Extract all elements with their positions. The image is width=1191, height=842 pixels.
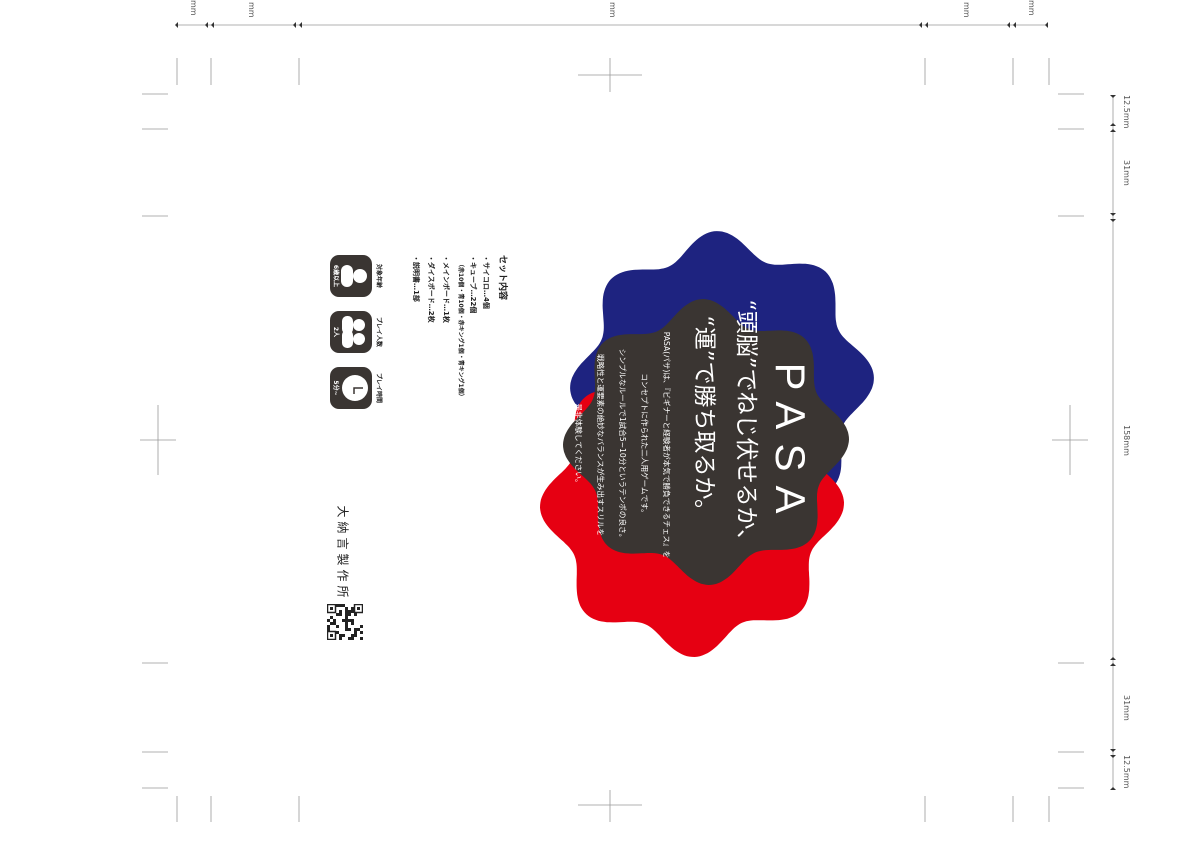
qr-module	[351, 610, 354, 613]
ruler-label: mm	[189, 0, 198, 16]
qr-module	[345, 610, 348, 613]
qr-module	[336, 631, 339, 634]
set-item: ・サイコロ…4個	[482, 255, 490, 309]
description-line: 是非体験してください。	[574, 403, 583, 487]
qr-module	[360, 625, 363, 628]
qr-module	[360, 631, 363, 634]
qr-module	[327, 619, 330, 622]
qr-module	[339, 604, 342, 607]
set-item: ・ダイスボード…2枚	[427, 255, 435, 323]
ruler-label: 158mm	[1122, 425, 1131, 456]
time-info: プレイ時間 5分~	[330, 367, 384, 409]
qr-module	[345, 616, 348, 619]
qr-module	[327, 625, 330, 628]
qr-module	[351, 622, 354, 625]
ruler-label: 31mm	[1122, 160, 1131, 186]
print-layout: mm mm mm mm mm 12.5mm 31mm 158mm 31mm 12…	[0, 0, 1191, 842]
description-line: PASA(パサ)は、『ビギナーと経験者が本気で勝負できるチェス』を	[662, 331, 671, 559]
qr-module	[345, 619, 348, 622]
qr-finder-center	[330, 607, 333, 610]
ruler-label: mm	[608, 2, 617, 18]
qr-module	[351, 607, 354, 610]
qr-module	[345, 613, 348, 616]
headline: “運”で勝ち取るか。	[691, 315, 717, 523]
hero-text: PASA “頭脳”でねじ伏せるか、 “運”で勝ち取るか。 PASA(パサ)は、『…	[574, 295, 815, 595]
qr-finder-center	[330, 634, 333, 637]
qr-module	[348, 613, 351, 616]
description: PASA(パサ)は、『ビギナーと経験者が本気で勝負できるチェス』を コンセプトに…	[567, 295, 677, 595]
qr-module	[327, 628, 330, 631]
ruler-label: 12.5mm	[1122, 95, 1131, 129]
qr-module	[333, 619, 336, 622]
ruler-label: 31mm	[1122, 695, 1131, 721]
qr-module	[330, 616, 333, 619]
two-people-icon	[342, 316, 365, 348]
description-line: 戦略性と運要素の絶妙なバランスが生み出すスリルを	[596, 353, 605, 537]
qr-module	[333, 622, 336, 625]
qr-module	[342, 604, 345, 607]
ruler-label: 12.5mm	[1122, 755, 1131, 789]
qr-module	[351, 637, 354, 640]
qr-module	[339, 637, 342, 640]
ruler-label: mm	[962, 2, 971, 18]
qr-module	[330, 622, 333, 625]
qr-module	[351, 619, 354, 622]
set-heading: セット内容	[497, 255, 507, 301]
qr-module	[336, 613, 339, 616]
set-item: ・説明書…1部	[412, 255, 420, 302]
set-item-note: （赤10個・青10個・赤キング1個・青キング1個）	[457, 261, 464, 400]
qr-module	[354, 631, 357, 634]
qr-module	[351, 634, 354, 637]
clock-icon	[342, 375, 368, 401]
brand-name: 大納言製作所	[335, 505, 350, 602]
info-label: プレイ人数	[375, 316, 382, 347]
description-line: シンプルなルールで1試合5~10分というテンポの良さ。	[618, 348, 627, 542]
info-value: 5分~	[332, 380, 339, 396]
qr-module	[342, 634, 345, 637]
qr-module	[348, 628, 351, 631]
ruler-label: mm	[1027, 0, 1036, 16]
players-info: プレイ人数 2人	[330, 311, 384, 353]
qr-module	[345, 622, 348, 625]
info-label: 対象年齢	[375, 263, 382, 288]
product-title: PASA	[767, 362, 814, 528]
headline: “頭脳”でねじ伏せるか、	[733, 299, 759, 553]
set-item: ・メインボード…1枚	[442, 255, 450, 323]
qr-module	[354, 628, 357, 631]
qr-module	[354, 634, 357, 637]
qr-module	[354, 613, 357, 616]
qr-module	[348, 637, 351, 640]
qr-module	[339, 613, 342, 616]
qr-module	[339, 610, 342, 613]
qr-finder-center	[357, 607, 360, 610]
info-value: 2人	[332, 326, 339, 338]
info-value: 6歳以上	[332, 264, 339, 288]
ruler-label: mm	[247, 2, 256, 18]
set-contents: セット内容 ・サイコロ…4個 ・キューブ…22個 （赤10個・青10個・赤キング…	[330, 255, 510, 425]
qr-module	[342, 619, 345, 622]
qr-module	[345, 607, 348, 610]
qr-module	[360, 637, 363, 640]
qr-module	[348, 610, 351, 613]
set-item: ・キューブ…22個	[469, 255, 477, 314]
qr-module	[345, 628, 348, 631]
qr-module	[339, 634, 342, 637]
age-info: 対象年齢 6歳以上	[330, 255, 384, 297]
info-label: プレイ時間	[375, 372, 382, 403]
qr-module	[345, 625, 348, 628]
description-line: コンセプトに作られた二人用ゲームです。	[640, 373, 649, 517]
qr-module	[348, 619, 351, 622]
person-icon	[341, 265, 367, 287]
qr-module	[336, 625, 339, 628]
qr-module	[357, 628, 360, 631]
qr-code	[327, 604, 363, 640]
qr-module	[336, 604, 339, 607]
